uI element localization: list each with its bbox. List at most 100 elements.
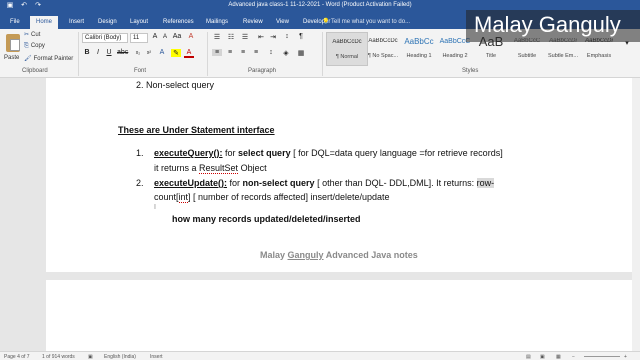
format-painter-label: Format Painter — [33, 56, 74, 62]
grow-font-icon[interactable]: A — [150, 33, 160, 40]
copy-icon: ⎘ — [24, 43, 29, 49]
text: [ for DQL=data query language =for retri… — [290, 148, 503, 158]
strikethrough-icon[interactable]: abc — [117, 49, 128, 56]
align-center-icon[interactable]: ≡ — [225, 49, 235, 56]
paste-label: Paste — [4, 55, 20, 61]
read-mode-icon[interactable]: ▤ — [526, 354, 531, 360]
bullets-icon[interactable]: ☰ — [212, 33, 222, 41]
text: select query — [238, 148, 291, 158]
italic-icon[interactable]: I — [93, 49, 103, 56]
print-layout-icon[interactable]: ▣ — [540, 354, 545, 360]
numbering-icon[interactable]: ☷ — [226, 33, 236, 41]
vertical-scrollbar[interactable] — [632, 78, 640, 351]
text: ] [ number of records affected] insert/d… — [188, 192, 390, 202]
scissors-icon: ✂ — [24, 32, 30, 38]
align-right-icon[interactable]: ≡ — [238, 49, 248, 56]
cut-label: Cut — [31, 32, 41, 38]
font-group-label: Font — [134, 68, 147, 74]
tab-home[interactable]: Home — [30, 16, 59, 29]
text: ResultSet — [199, 163, 239, 174]
change-case-icon[interactable]: Aa — [172, 33, 182, 40]
text-effects-icon[interactable]: A — [157, 49, 167, 56]
separator — [322, 32, 323, 76]
bold-icon[interactable]: B — [82, 49, 92, 56]
format-painter-button[interactable]: 🖌 Format Painter — [24, 55, 73, 62]
copy-label: Copy — [30, 43, 45, 49]
method-execute-update: executeUpdate(): — [154, 178, 228, 188]
separator — [207, 32, 208, 76]
edit-mode[interactable]: Insert — [150, 354, 163, 360]
list-item-2-line-2: count[int] [ number of records affected]… — [154, 192, 390, 203]
list-item-previous: 2. Non-select query — [136, 80, 215, 90]
style-name: ¶ Normal — [335, 54, 359, 60]
cut-button[interactable]: ✂ Cut — [24, 31, 40, 38]
text: [ other than DQL- DDL,DML]. It returns: — [314, 178, 477, 188]
multilevel-list-icon[interactable]: ☰ — [240, 33, 250, 41]
tab-references[interactable]: References — [157, 16, 200, 29]
language[interactable]: English (India) — [104, 354, 136, 360]
sort-icon[interactable]: ↕ — [282, 33, 292, 40]
tab-file[interactable]: File — [4, 16, 26, 29]
text: row- — [476, 178, 495, 188]
superscript-icon[interactable]: x² — [144, 50, 154, 56]
justify-icon[interactable]: ≡ — [251, 49, 261, 56]
status-bar: Page 4 of 7 1 of 914 words ▣ English (In… — [0, 351, 640, 360]
paragraph-group-label: Paragraph — [248, 68, 277, 74]
list-item-1-line-1: executeQuery(): for select query [ for D… — [154, 148, 503, 158]
web-layout-icon[interactable]: ▦ — [556, 354, 561, 360]
underline-icon[interactable]: U — [104, 49, 114, 56]
clipboard-group-label: Clipboard — [22, 68, 48, 74]
text-cursor-icon: I — [154, 204, 156, 211]
text: non-select query — [242, 178, 315, 188]
highlight-icon[interactable]: ✎ — [171, 49, 181, 57]
document-page-next[interactable] — [46, 280, 632, 351]
tab-layout[interactable]: Layout — [124, 16, 154, 29]
tab-review[interactable]: Review — [237, 16, 269, 29]
zoom-slider[interactable] — [584, 356, 620, 357]
font-size-select[interactable]: 11 — [130, 33, 148, 43]
align-left-icon[interactable]: ≡ — [212, 49, 222, 56]
styles-group-label: Styles — [462, 68, 479, 74]
subscript-icon[interactable]: x₂ — [133, 50, 143, 56]
tab-view[interactable]: View — [270, 16, 295, 29]
lightbulb-icon: 💡 — [322, 19, 330, 25]
proofing-icon[interactable]: ▣ — [88, 354, 93, 360]
shrink-font-icon[interactable]: A — [160, 34, 170, 40]
line-spacing-icon[interactable]: ↕ — [266, 49, 276, 56]
tab-insert[interactable]: Insert — [63, 16, 90, 29]
borders-icon[interactable]: ▦ — [296, 49, 306, 57]
tell-me-search[interactable]: 💡 Tell me what you want to do... — [322, 18, 410, 25]
clear-formatting-icon[interactable]: A — [186, 33, 196, 40]
decrease-indent-icon[interactable]: ⇤ — [256, 33, 266, 41]
text: Ganguly — [287, 250, 324, 260]
zoom-out-icon[interactable]: − — [572, 354, 575, 360]
text: for — [227, 178, 243, 188]
font-color-icon[interactable]: A — [184, 49, 194, 58]
document-area: 2. Non-select query These are Under Stat… — [0, 78, 640, 351]
tell-me-text: Tell me what you want to do... — [331, 19, 411, 25]
page-count[interactable]: Page 4 of 7 — [4, 354, 30, 360]
text: int — [178, 192, 189, 203]
shading-icon[interactable]: ◈ — [281, 49, 291, 57]
zoom-in-icon[interactable]: + — [624, 354, 627, 360]
paintbrush-icon: 🖌 — [24, 56, 32, 62]
method-execute-query: executeQuery(): — [154, 148, 223, 158]
style-sample: AaBbCcDc — [332, 39, 362, 45]
separator — [78, 32, 79, 76]
word-count[interactable]: 1 of 914 words — [42, 354, 75, 360]
paste-sheet-icon — [10, 39, 20, 51]
name-overlay: Malay Ganguly — [466, 10, 640, 42]
copy-button[interactable]: ⎘ Copy — [24, 43, 45, 50]
text: it returns a — [154, 163, 200, 173]
text: Advanced Java notes — [323, 250, 418, 260]
list-item-1-num: 1. — [136, 148, 144, 158]
font-name-select[interactable]: Calibri (Body) — [82, 33, 128, 43]
increase-indent-icon[interactable]: ⇥ — [268, 33, 278, 41]
overlay-name-text: Malay Ganguly — [474, 12, 621, 37]
tab-mailings[interactable]: Mailings — [200, 16, 234, 29]
show-marks-icon[interactable]: ¶ — [296, 33, 306, 40]
tab-design[interactable]: Design — [92, 16, 123, 29]
paste-button[interactable]: Paste — [4, 32, 22, 64]
text: Object — [238, 163, 267, 173]
document-page[interactable]: 2. Non-select query These are Under Stat… — [46, 78, 632, 272]
